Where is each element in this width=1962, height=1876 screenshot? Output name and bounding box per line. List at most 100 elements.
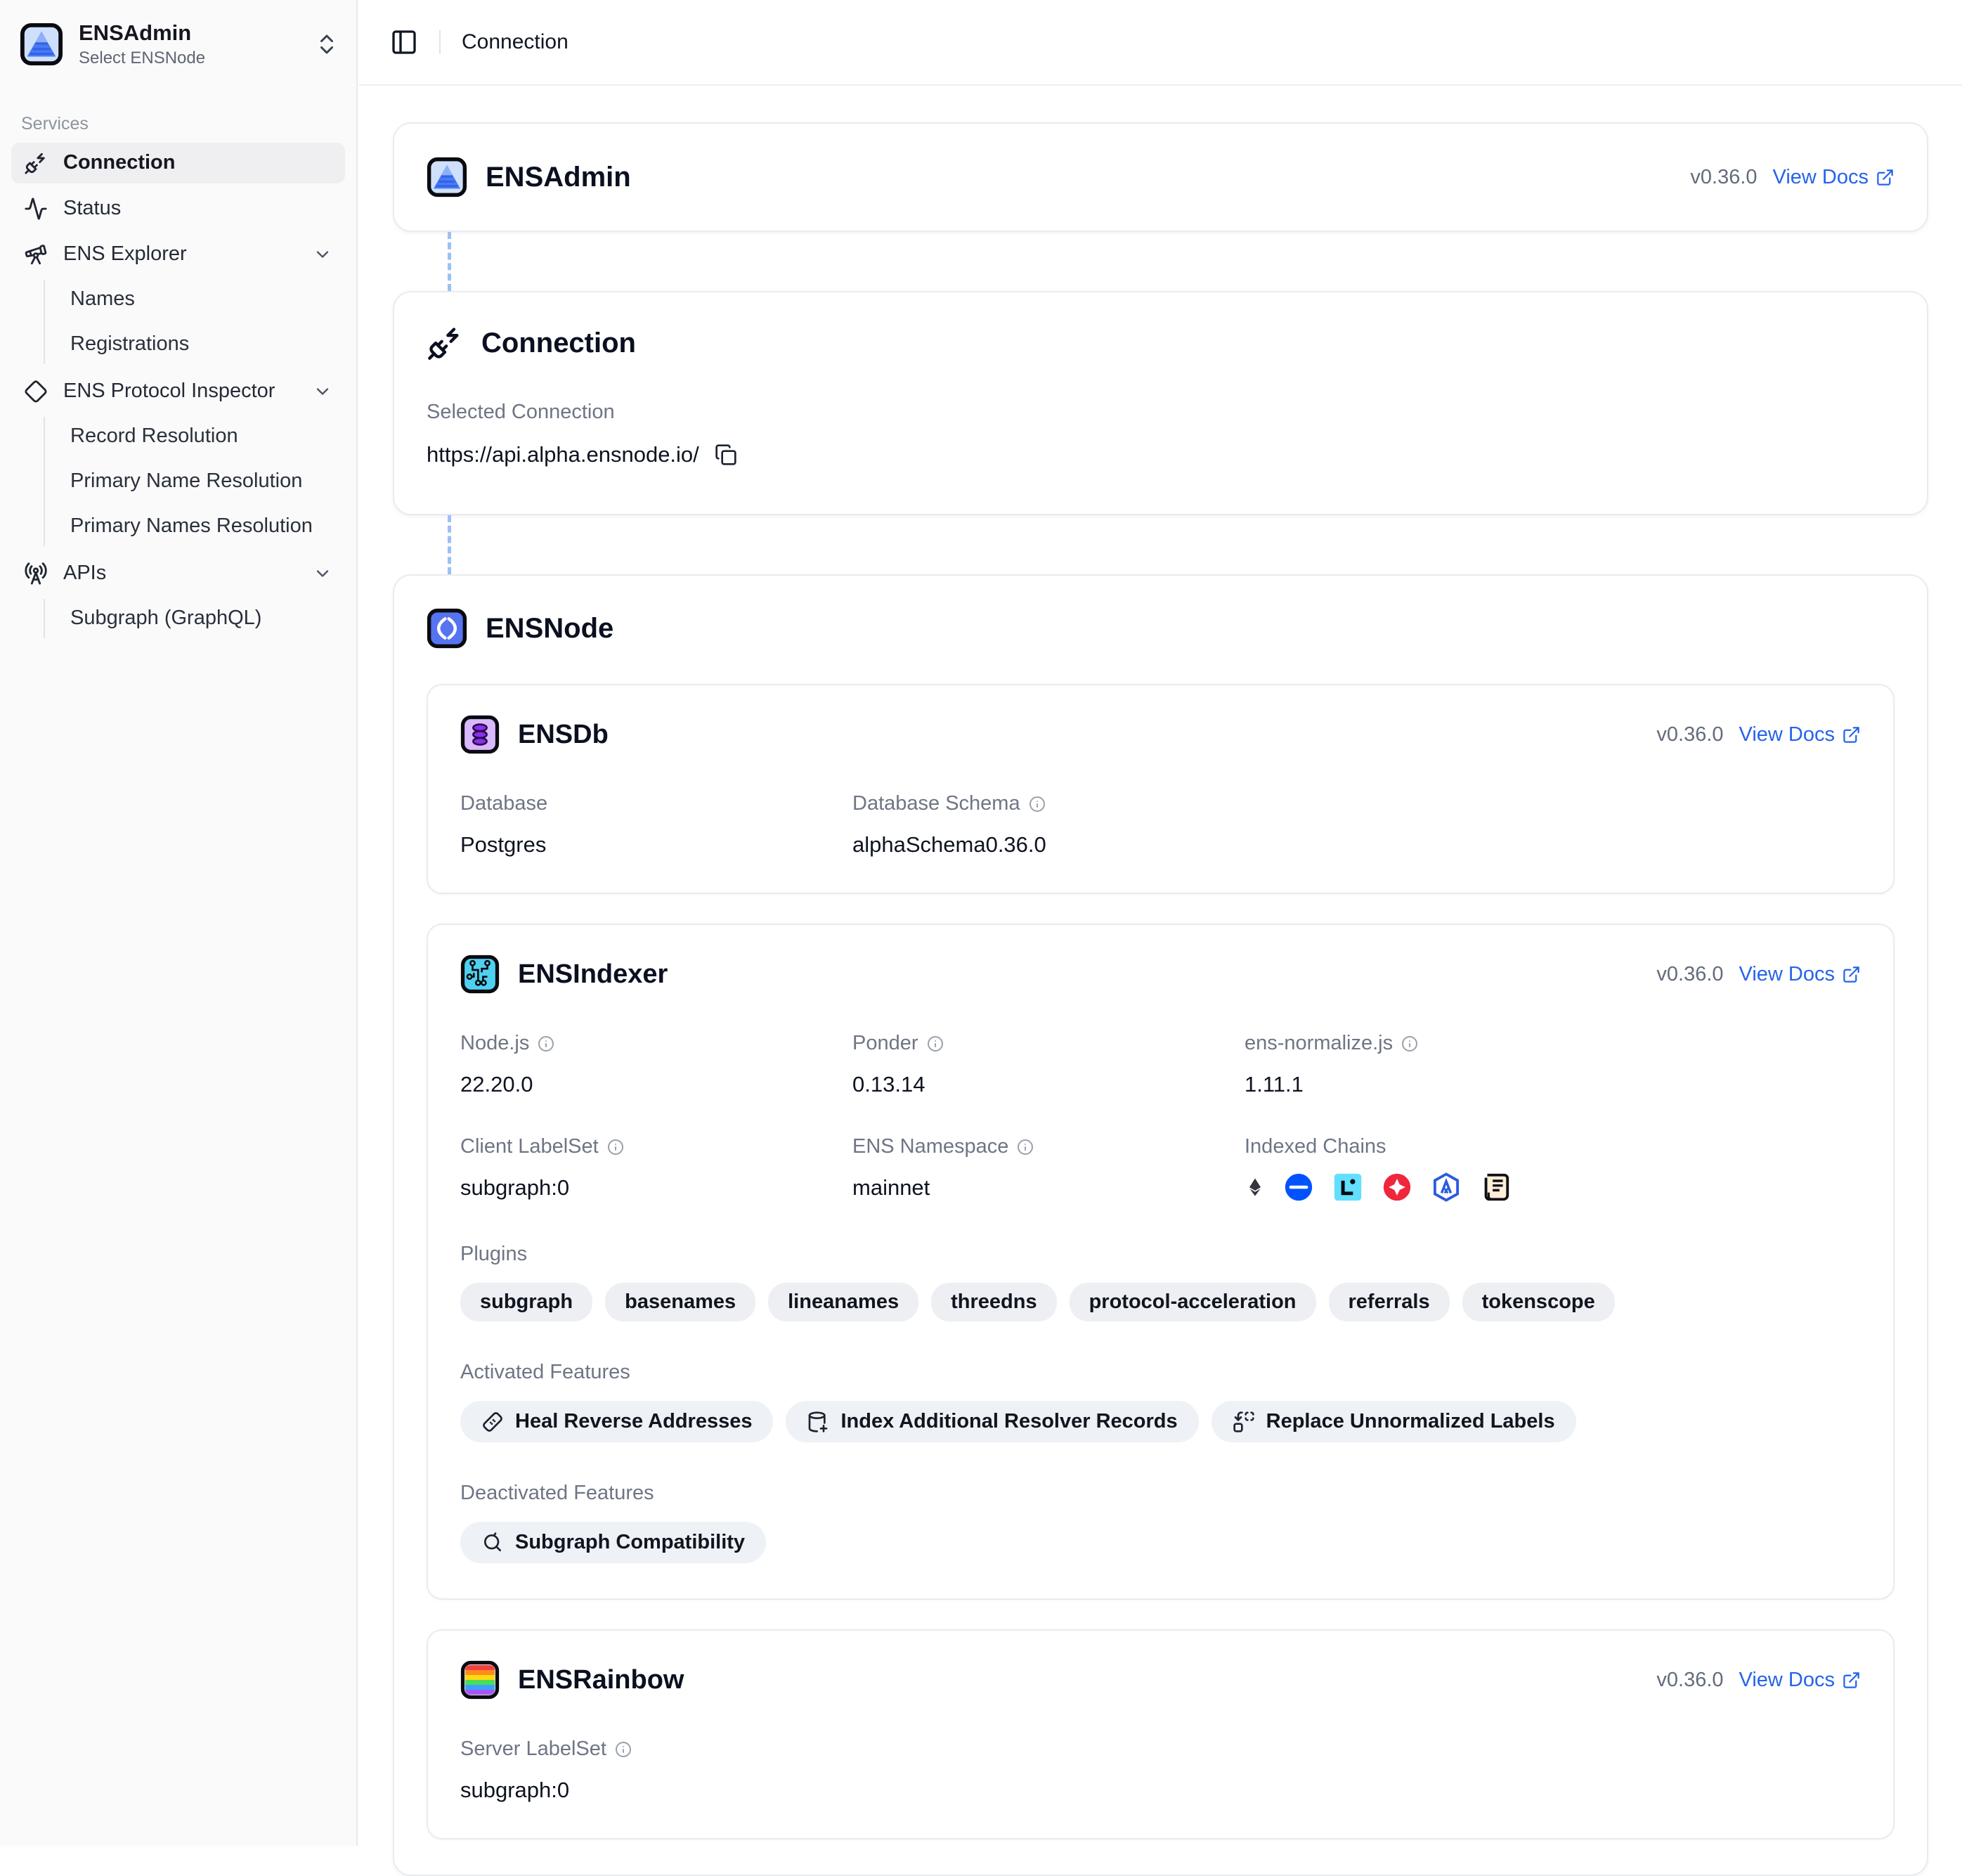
field-value: 0.13.14 [852, 1072, 1245, 1097]
replace-icon [1233, 1411, 1255, 1433]
version-label: v0.36.0 [1656, 1669, 1723, 1692]
info-icon[interactable] [538, 1035, 554, 1052]
activated-features-list: Heal Reverse Addresses Index Additional … [460, 1401, 1861, 1442]
field-label: ens-normalize.js [1245, 1032, 1393, 1055]
telescope-icon [24, 242, 48, 266]
sidebar-item-record-resolution[interactable]: Record Resolution [45, 417, 345, 456]
connection-url: https://api.alpha.ensnode.io/ [427, 442, 699, 467]
sidebar-item-primary-names-resolution[interactable]: Primary Names Resolution [45, 507, 345, 546]
chevron-down-icon[interactable] [313, 245, 332, 264]
field-value: 22.20.0 [460, 1072, 852, 1097]
view-docs-link[interactable]: View Docs [1773, 166, 1895, 189]
ensadmin-logo-icon [427, 157, 467, 198]
field-label: Database [460, 792, 852, 815]
info-icon[interactable] [1017, 1139, 1034, 1156]
card-title: ENSDb [518, 720, 609, 750]
chevrons-up-down-icon[interactable] [314, 32, 339, 57]
protocol-inspector-subnav: Record Resolution Primary Name Resolutio… [44, 417, 345, 546]
plug-zap-icon [24, 151, 48, 175]
card-title: Connection [481, 328, 636, 359]
sidebar-item-primary-name-resolution[interactable]: Primary Name Resolution [45, 462, 345, 501]
card-title: ENSAdmin [486, 162, 631, 193]
external-link-icon [1842, 1671, 1861, 1690]
ensrainbow-icon [460, 1660, 500, 1700]
sidebar-item-label: Subgraph (GraphQL) [70, 607, 261, 630]
ensdb-card: ENSDb v0.36.0 View Docs Database Postgre… [427, 684, 1895, 894]
view-docs-link[interactable]: View Docs [1739, 723, 1861, 746]
dashed-connector [448, 232, 451, 291]
ethereum-icon [1245, 1171, 1266, 1203]
card-title: ENSIndexer [518, 959, 668, 990]
sidebar-item-ens-protocol-inspector[interactable]: ENS Protocol Inspector [11, 371, 345, 412]
field-ens-normalize: ens-normalize.js 1.11.1 [1245, 1032, 1861, 1097]
view-docs-label: View Docs [1739, 963, 1835, 986]
field-label: Node.js [460, 1032, 529, 1055]
sidebar-item-label: Connection [63, 151, 176, 174]
field-nodejs: Node.js 22.20.0 [460, 1032, 852, 1097]
linea-icon [1332, 1171, 1364, 1203]
view-docs-label: View Docs [1739, 1669, 1835, 1692]
view-docs-link[interactable]: View Docs [1739, 1669, 1861, 1692]
version-label: v0.36.0 [1690, 166, 1757, 189]
search-icon [481, 1532, 504, 1554]
sidebar-item-label: ENS Protocol Inspector [63, 380, 275, 403]
info-icon[interactable] [607, 1139, 624, 1156]
scroll-icon [1479, 1171, 1512, 1203]
panel-left-icon[interactable] [390, 28, 418, 56]
field-label: Client LabelSet [460, 1135, 599, 1158]
optimism-icon [1381, 1171, 1413, 1203]
sidebar-item-label: APIs [63, 562, 106, 585]
plug-zap-icon [427, 325, 463, 361]
ensrainbow-card: ENSRainbow v0.36.0 View Docs Server Labe… [427, 1629, 1895, 1839]
ensnode-selector[interactable]: ENSAdmin Select ENSNode [0, 0, 356, 86]
sidebar-item-apis[interactable]: APIs [11, 553, 345, 594]
plugin-badge: subgraph [460, 1283, 592, 1321]
field-server-labelset: Server LabelSet subgraph:0 [460, 1738, 852, 1803]
chevron-down-icon[interactable] [313, 382, 332, 401]
bandage-icon [481, 1411, 504, 1433]
sidebar-item-subgraph-graphql[interactable]: Subgraph (GraphQL) [45, 599, 345, 638]
radio-tower-icon [24, 562, 48, 586]
dashed-connector [448, 515, 451, 574]
plugin-badge: referrals [1329, 1283, 1450, 1321]
plugin-badge: basenames [605, 1283, 755, 1321]
sidebar-item-names[interactable]: Names [45, 280, 345, 319]
sidebar-item-connection[interactable]: Connection [11, 143, 345, 183]
chevron-down-icon[interactable] [313, 564, 332, 583]
field-label: Indexed Chains [1245, 1135, 1861, 1158]
plugins-list: subgraph basenames lineanames threedns p… [460, 1283, 1861, 1321]
ensadmin-card: ENSAdmin v0.36.0 View Docs [393, 122, 1928, 232]
external-link-icon [1842, 965, 1861, 984]
field-indexed-chains: Indexed Chains [1245, 1135, 1861, 1203]
external-link-icon [1876, 168, 1895, 187]
connection-card: Connection Selected Connection https://a… [393, 291, 1928, 515]
ensnode-card: ENSNode ENSDb v0.36.0 View Docs [393, 574, 1928, 1876]
arbitrum-icon [1430, 1171, 1462, 1203]
field-label: Database Schema [852, 792, 1020, 815]
ensadmin-logo-icon [20, 22, 63, 66]
breadcrumb: Connection [462, 30, 569, 54]
ens-explorer-subnav: Names Registrations [44, 280, 345, 364]
view-docs-link[interactable]: View Docs [1739, 963, 1861, 986]
base-icon [1282, 1171, 1315, 1203]
sidebar: ENSAdmin Select ENSNode Services Connect… [0, 0, 358, 1846]
copy-icon[interactable] [715, 444, 737, 466]
card-title: ENSRainbow [518, 1665, 684, 1695]
field-value: alphaSchema0.36.0 [852, 832, 1245, 858]
field-value: subgraph:0 [460, 1778, 852, 1803]
info-icon[interactable] [1029, 796, 1046, 813]
database-plus-icon [807, 1411, 829, 1433]
plugin-badge: lineanames [768, 1283, 918, 1321]
sidebar-item-registrations[interactable]: Registrations [45, 325, 345, 364]
ensindexer-icon [460, 955, 500, 994]
info-icon[interactable] [927, 1035, 944, 1052]
info-icon[interactable] [615, 1741, 632, 1758]
info-icon[interactable] [1401, 1035, 1418, 1052]
sidebar-item-ens-explorer[interactable]: ENS Explorer [11, 234, 345, 275]
version-label: v0.36.0 [1656, 963, 1723, 986]
selected-connection-label: Selected Connection [427, 401, 1895, 424]
plugin-badge: tokenscope [1462, 1283, 1615, 1321]
view-docs-label: View Docs [1773, 166, 1869, 189]
sidebar-item-status[interactable]: Status [11, 188, 345, 229]
main-content: ENSAdmin v0.36.0 View Docs Connection Se… [359, 86, 1962, 1846]
